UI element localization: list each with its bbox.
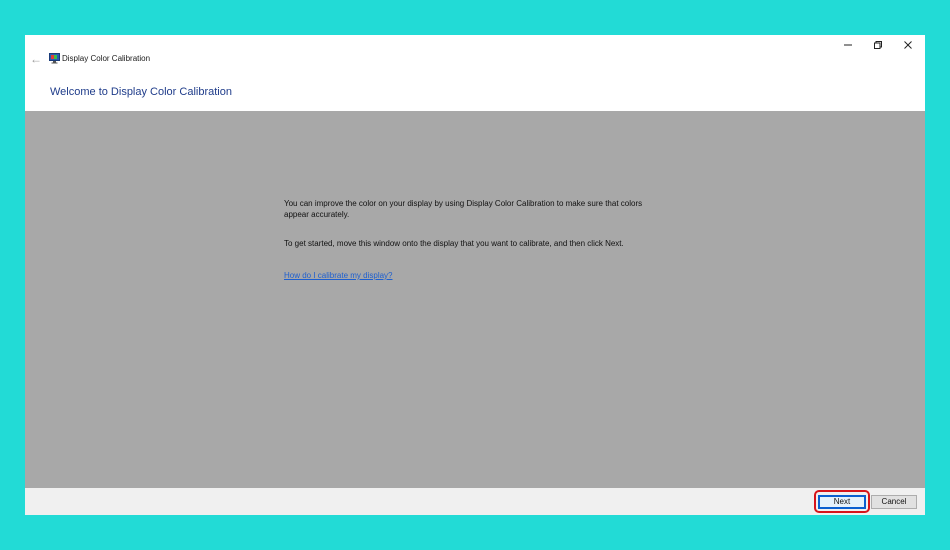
minimize-button[interactable] (833, 35, 863, 55)
window-title: Display Color Calibration (62, 54, 151, 63)
footer-bar: Next Cancel (25, 488, 925, 515)
close-button[interactable] (893, 35, 923, 55)
page-heading: Welcome to Display Color Calibration (50, 86, 232, 98)
next-button[interactable]: Next (818, 495, 866, 509)
restore-icon (874, 41, 882, 49)
close-icon (904, 41, 912, 49)
restore-button[interactable] (863, 35, 893, 55)
minimize-icon (844, 44, 852, 46)
help-link[interactable]: How do I calibrate my display? (284, 271, 393, 280)
cancel-button[interactable]: Cancel (871, 495, 917, 509)
display-calibration-icon (49, 53, 60, 64)
content-area: You can improve the color on your displa… (25, 111, 925, 488)
intro-paragraph: You can improve the color on your displa… (284, 199, 643, 219)
title-bar: ← Display Color Calibration Welcome to D… (25, 35, 925, 98)
instruction-paragraph: To get started, move this window onto th… (284, 239, 624, 248)
back-arrow-icon[interactable]: ← (29, 52, 43, 66)
calibration-window: ← Display Color Calibration Welcome to D… (25, 35, 925, 515)
